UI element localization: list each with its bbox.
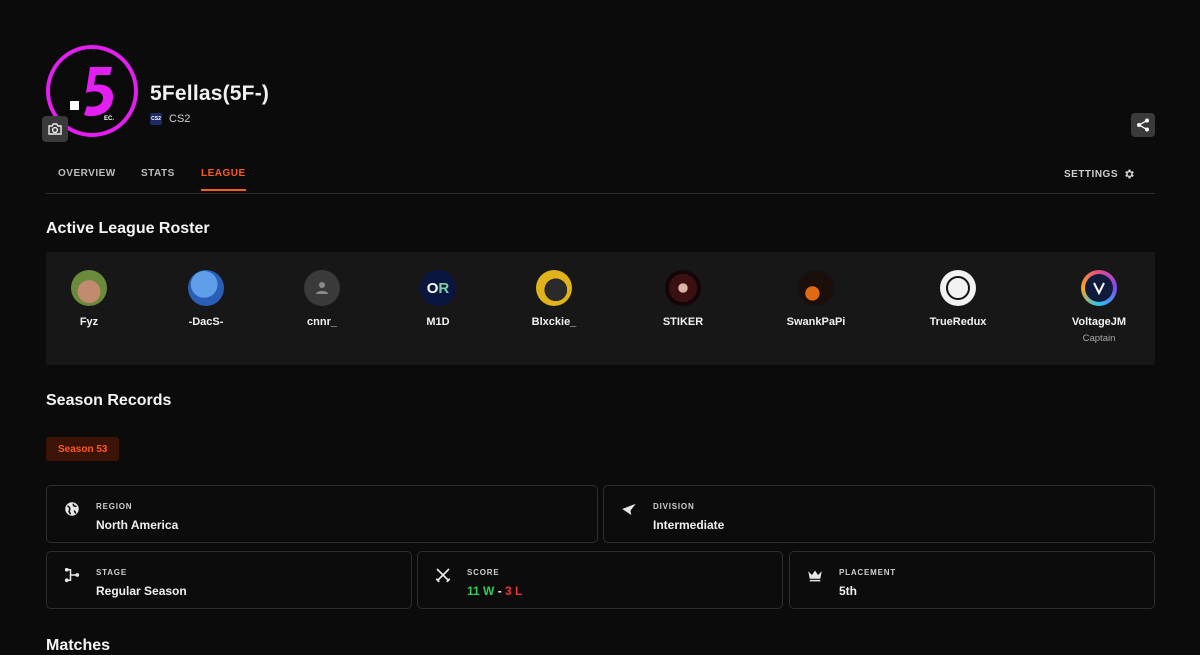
player-name: STIKER <box>662 316 704 328</box>
settings-button[interactable]: SETTINGS <box>1064 168 1135 180</box>
roster-player[interactable]: STIKER <box>638 270 728 328</box>
player-name: VoltageJM <box>1071 316 1127 328</box>
score-value: 11 W - 3 L <box>467 584 522 598</box>
team-tabs: OVERVIEW STATS LEAGUE SETTINGS <box>46 160 1155 194</box>
region-label: REGION <box>96 502 133 511</box>
gear-icon <box>1125 169 1134 179</box>
roster-panel: Fyz -DacS- cnnr_ OR M1D Blxckie_ STIKER … <box>46 252 1155 365</box>
placement-value: 5th <box>839 584 857 598</box>
losses: 3 L <box>505 584 523 598</box>
game-label: CS2 <box>169 113 191 125</box>
placement-card: PLACEMENT 5th <box>789 551 1155 609</box>
tab-stats[interactable]: STATS <box>141 168 175 189</box>
roster-player[interactable]: Fyz <box>44 270 134 328</box>
player-name: Fyz <box>79 316 99 328</box>
share-button[interactable] <box>1131 113 1155 137</box>
player-name: M1D <box>426 316 450 328</box>
crown-icon <box>808 570 822 582</box>
share-icon <box>1137 118 1149 132</box>
settings-label: SETTINGS <box>1063 168 1118 180</box>
score-label: SCORE <box>467 568 500 577</box>
cs2-icon: CS2 <box>150 113 162 125</box>
season-records-title: Season Records <box>46 392 172 409</box>
stage-label: STAGE <box>96 568 127 577</box>
player-role: Captain <box>1082 333 1116 344</box>
avatar <box>1081 270 1117 306</box>
division-card: DIVISION Intermediate <box>603 485 1155 543</box>
player-name: -DacS- <box>188 316 224 328</box>
player-name: cnnr_ <box>307 316 337 328</box>
roster-player[interactable]: -DacS- <box>161 270 251 328</box>
division-value: Intermediate <box>653 518 725 532</box>
stage-card: STAGE Regular Season <box>46 551 412 609</box>
crossed-swords-icon <box>435 568 451 583</box>
bracket-icon <box>64 567 80 583</box>
logo-subtext: EC. <box>104 116 114 122</box>
avatar <box>798 270 834 306</box>
team-logo-mark: EC. <box>70 67 114 122</box>
change-logo-button[interactable] <box>42 116 68 142</box>
roster-title: Active League Roster <box>46 220 210 237</box>
user-icon <box>316 282 328 294</box>
player-name: Blxckie_ <box>531 316 577 328</box>
avatar <box>665 270 701 306</box>
tab-overview[interactable]: OVERVIEW <box>58 168 116 189</box>
team-page: EC. 5Fellas(5F-) CS2 CS2 OVERVIEW STATS … <box>42 0 1155 654</box>
score-separator: - <box>497 584 502 598</box>
avatar <box>940 270 976 306</box>
player-name: TrueRedux <box>929 316 987 328</box>
avatar <box>71 270 107 306</box>
tab-league[interactable]: LEAGUE <box>201 168 246 191</box>
division-label: DIVISION <box>653 502 695 511</box>
region-card: REGION North America <box>46 485 598 543</box>
avatar <box>304 270 340 306</box>
globe-icon <box>65 502 79 516</box>
roster-player[interactable]: SwankPaPi <box>771 270 861 328</box>
avatar <box>188 270 224 306</box>
division-icon <box>622 503 636 515</box>
camera-icon <box>48 123 62 135</box>
wins: 11 W <box>467 584 495 598</box>
team-name: 5Fellas(5F-) <box>150 82 270 105</box>
matches-title: Matches <box>46 637 111 654</box>
roster-player[interactable]: cnnr_ <box>277 270 367 328</box>
score-card: SCORE 11 W - 3 L <box>417 551 783 609</box>
roster-player[interactable]: Blxckie_ <box>509 270 599 328</box>
roster-player[interactable]: TrueRedux <box>913 270 1003 328</box>
roster-player[interactable]: VoltageJM Captain <box>1054 270 1144 344</box>
avatar <box>536 270 572 306</box>
avatar: OR <box>420 270 456 306</box>
player-name: SwankPaPi <box>786 316 846 328</box>
placement-label: PLACEMENT <box>839 568 896 577</box>
season-selector[interactable]: Season 53 <box>46 437 120 461</box>
game-tag: CS2 CS2 <box>150 113 190 125</box>
region-value: North America <box>96 518 179 532</box>
roster-player[interactable]: OR M1D <box>393 270 483 328</box>
stage-value: Regular Season <box>96 584 187 598</box>
